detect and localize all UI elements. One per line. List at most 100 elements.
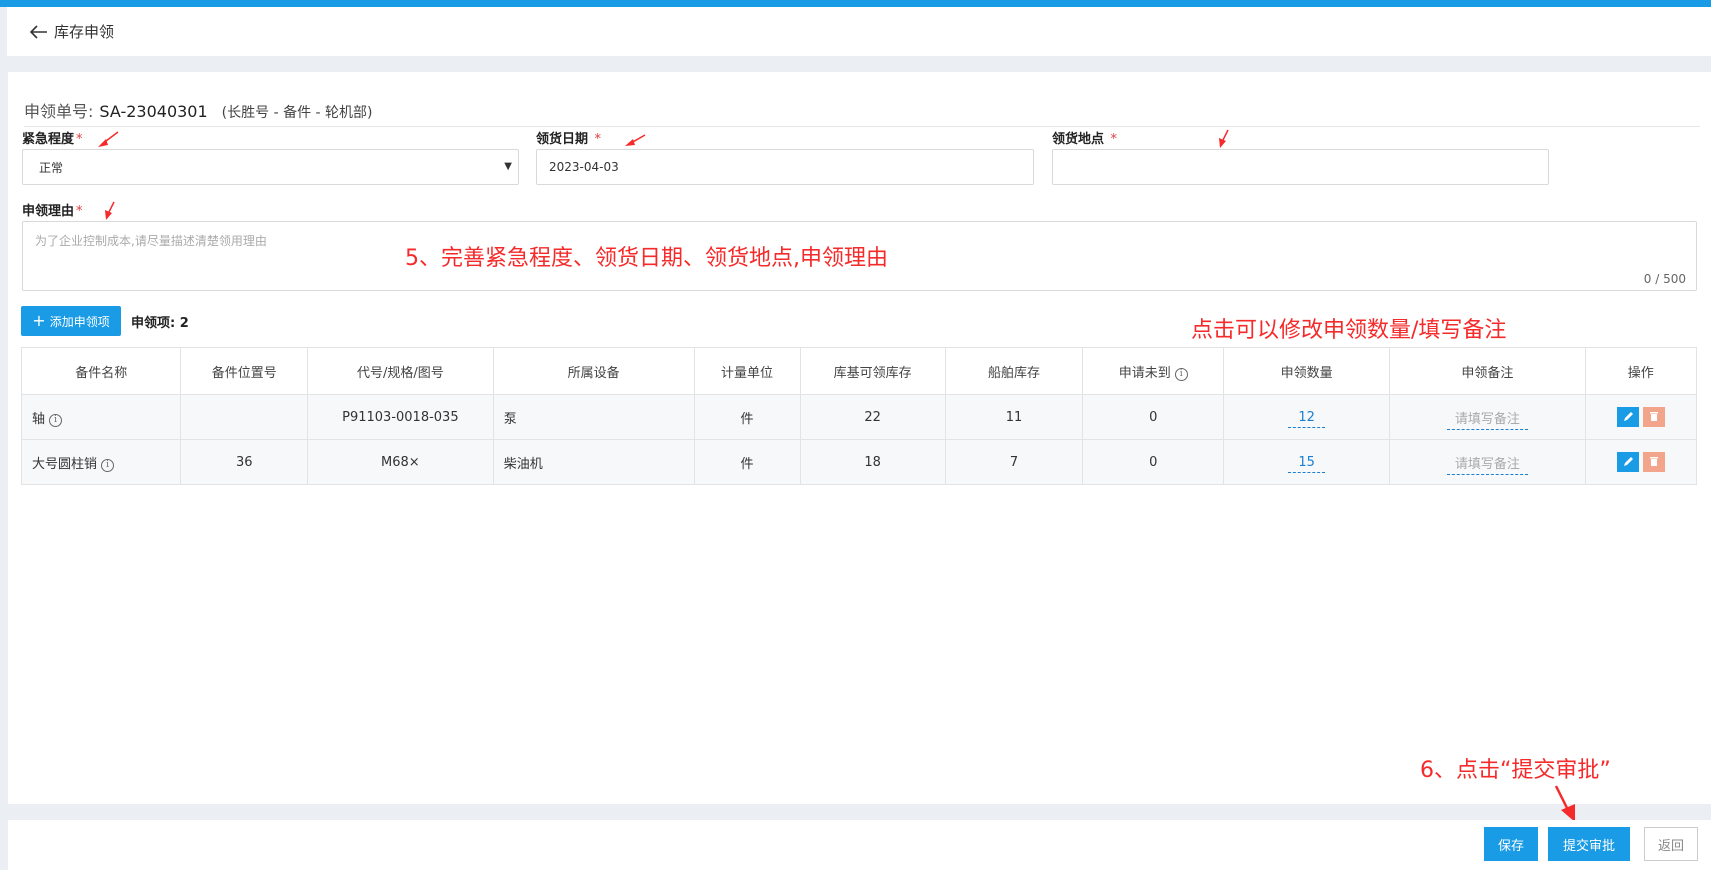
red-arrow-icon [98, 131, 119, 147]
required-mark: * [1110, 132, 1118, 147]
unit-cell: 件 [693, 394, 801, 440]
item-count-label: 申领项: [131, 316, 176, 331]
main-panel: 申领单号: SA-23040301 (长胜号 - 备件 - 轮机部) 紧急程度 *… [8, 72, 1711, 822]
pending-cell: 0 [1082, 439, 1225, 485]
part-name-cell: 大号圆柱销 i [20, 439, 182, 485]
order-info: 申领单号: SA-23040301 (长胜号 - 备件 - 轮机部) [24, 98, 373, 122]
plus-icon: + [32, 311, 46, 330]
location-input[interactable] [1052, 149, 1549, 185]
reason-label-text: 申领理由 [22, 204, 75, 219]
items-table: 备件名称 备件位置号 代号/规格/图号 所属设备 计量单位 库基可领库存 船舶库… [20, 347, 1698, 485]
actions-cell [1584, 439, 1698, 485]
actions-cell [1584, 394, 1698, 440]
pencil-icon [1623, 457, 1633, 466]
qty-edit-link[interactable]: 12 [1288, 409, 1325, 428]
unit-cell: 件 [693, 439, 801, 485]
remark-cell: 请填写备注 [1389, 394, 1586, 440]
table-header-row: 备件名称 备件位置号 代号/规格/图号 所属设备 计量单位 库基可领库存 船舶库… [20, 347, 1698, 395]
page-title: 库存申领 [54, 23, 115, 41]
code-cell: P91103-0018-035 [307, 394, 494, 440]
trash-icon [1649, 412, 1658, 421]
qty-edit-link[interactable]: 15 [1288, 454, 1325, 473]
reason-label: 申领理由 * [22, 200, 83, 219]
save-button[interactable]: 保存 [1484, 827, 1538, 861]
available-cell: 22 [799, 394, 946, 440]
remark-edit-link[interactable]: 请填写备注 [1446, 411, 1528, 430]
annotation-qty-hint: 点击可以修改申领数量/填写备注 [1191, 318, 1507, 343]
red-arrow-icon [105, 201, 115, 220]
location-label-text: 领货地点 [1052, 132, 1105, 147]
column-header: 船舶库存 [944, 347, 1084, 395]
column-header: 申领数量 [1223, 347, 1391, 395]
remark-cell: 请填写备注 [1389, 439, 1586, 485]
edit-button[interactable] [1616, 407, 1639, 427]
urgency-select[interactable]: 正常 ▼ [22, 149, 519, 185]
date-input[interactable]: 2023-04-03 [536, 149, 1034, 185]
trash-icon [1649, 457, 1658, 466]
pending-cell: 0 [1082, 394, 1225, 440]
reason-placeholder: 为了企业控制成本,请尽量描述清楚领用理由 [35, 234, 267, 248]
caret-down-icon: ▼ [504, 161, 512, 172]
urgency-value: 正常 [39, 160, 64, 175]
part-name: 大号圆柱销 [32, 456, 98, 472]
footer-bar: 保存 提交审批 返回 [8, 820, 1711, 870]
add-item-label: 添加申领项 [49, 314, 110, 329]
column-header-text: 申请未到 [1118, 365, 1171, 381]
urgency-label: 紧急程度 * [22, 128, 83, 147]
order-number-label: 申领单号: [24, 102, 94, 121]
info-icon[interactable]: i [1174, 367, 1188, 381]
back-arrow-icon[interactable] [30, 22, 50, 42]
submit-approval-button[interactable]: 提交审批 [1548, 827, 1630, 861]
column-header: 备件位置号 [180, 347, 309, 395]
date-label: 领货日期 * [536, 128, 601, 147]
table-row: 大号圆柱销 i 36 M68× 柴油机 件 18 7 0 15 请填写备注 [20, 439, 1698, 485]
required-mark: * [76, 204, 83, 219]
back-button[interactable]: 返回 [1644, 827, 1698, 861]
column-header: 操作 [1584, 347, 1698, 395]
annotation-step6: 6、点击“提交审批” [1420, 758, 1611, 783]
remark-edit-link[interactable]: 请填写备注 [1446, 456, 1528, 475]
page-header: 库存申领 [7, 7, 1711, 56]
urgency-label-text: 紧急程度 [22, 132, 75, 147]
table-row: 轴i P91103-0018-035 泵 件 22 11 0 12 请填写备注 [20, 394, 1698, 440]
annotation-step5: 5、完善紧急程度、领货日期、领货地点,申领理由 [405, 246, 888, 271]
required-mark: * [594, 132, 602, 147]
part-name-cell: 轴i [20, 394, 182, 440]
required-mark: * [76, 132, 83, 147]
divider [24, 126, 1700, 127]
date-label-text: 领货日期 [536, 132, 589, 147]
column-header: 代号/规格/图号 [307, 347, 494, 395]
equipment-cell: 泵 [492, 394, 695, 440]
item-count-value: 2 [179, 316, 189, 331]
column-header: 备件名称 [20, 347, 182, 395]
red-arrow-icon [625, 134, 646, 146]
pencil-icon [1623, 412, 1633, 421]
ship-stock-cell: 7 [944, 439, 1084, 485]
delete-button[interactable] [1642, 407, 1665, 427]
add-item-button[interactable]: + 添加申领项 [21, 306, 121, 336]
location-label: 领货地点 * [1052, 128, 1117, 147]
position-cell: 36 [180, 439, 309, 485]
available-cell: 18 [799, 439, 946, 485]
order-context: (长胜号 - 备件 - 轮机部) [221, 105, 373, 121]
info-icon[interactable]: i [49, 413, 63, 427]
qty-cell: 15 [1223, 439, 1391, 485]
ship-stock-cell: 11 [944, 394, 1084, 440]
column-header: 库基可领库存 [799, 347, 946, 395]
column-header: 计量单位 [693, 347, 801, 395]
red-arrow-icon [1219, 129, 1229, 148]
date-value: 2023-04-03 [549, 160, 619, 174]
position-cell [180, 394, 309, 440]
edit-button[interactable] [1616, 452, 1639, 472]
item-count: 申领项: 2 [131, 312, 189, 331]
red-arrow-icon [1554, 785, 1575, 822]
code-cell: M68× [307, 439, 494, 485]
order-number: SA-23040301 [99, 102, 208, 121]
delete-button[interactable] [1642, 452, 1665, 472]
column-header: 申领备注 [1389, 347, 1586, 395]
column-header-pending: 申请未到 i [1082, 347, 1225, 395]
top-accent-bar [0, 0, 1711, 7]
equipment-cell: 柴油机 [492, 439, 695, 485]
char-counter: 0 / 500 [1643, 272, 1686, 286]
info-icon[interactable]: i [101, 458, 115, 472]
